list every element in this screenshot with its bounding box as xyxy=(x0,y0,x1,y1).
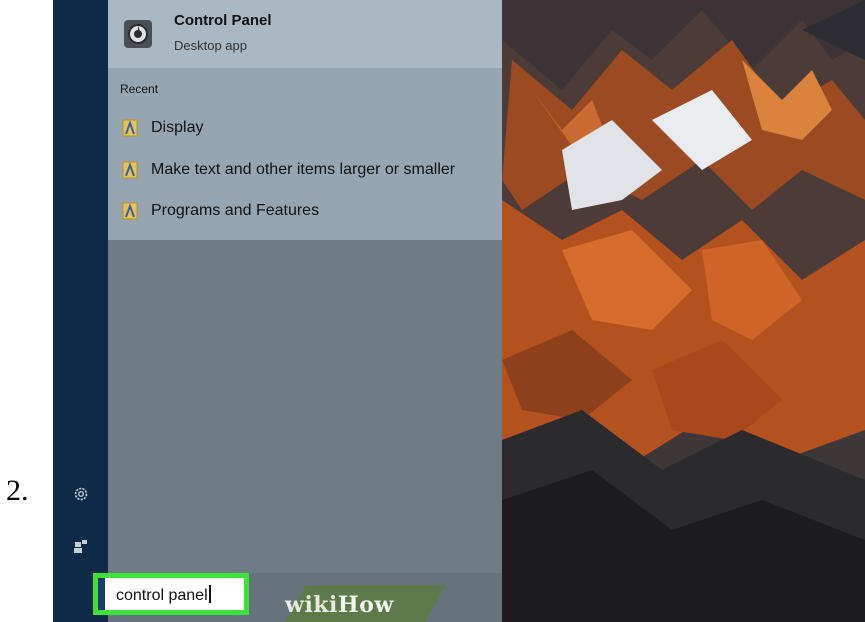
recent-item-programs[interactable]: Programs and Features xyxy=(122,198,319,224)
settings-shortcut-icon xyxy=(122,119,138,137)
start-menu-screenshot: Control Panel Desktop app Recent Display xyxy=(53,0,865,622)
desktop-wallpaper xyxy=(502,0,865,622)
recent-item-label: Display xyxy=(151,119,204,136)
settings-shortcut-icon xyxy=(122,161,138,179)
recent-section-label: Recent xyxy=(120,82,159,96)
recent-item-text-size[interactable]: Make text and other items larger or smal… xyxy=(122,157,455,183)
text-caret xyxy=(208,585,211,603)
watermark-how: How xyxy=(337,592,394,618)
start-menu-rail xyxy=(53,0,108,622)
gear-icon[interactable] xyxy=(71,484,91,504)
search-accent-bar xyxy=(98,578,105,610)
search-input[interactable]: control panel xyxy=(93,573,249,615)
search-input-value: control panel xyxy=(116,585,211,605)
step-number: 2. xyxy=(6,474,29,507)
best-match-item[interactable]: Control Panel Desktop app xyxy=(108,0,502,68)
user-icon[interactable] xyxy=(71,537,91,557)
best-match-title: Control Panel xyxy=(174,12,272,29)
recent-item-label: Make text and other items larger or smal… xyxy=(151,161,456,178)
recent-item-display[interactable]: Display xyxy=(122,115,203,141)
wikihow-watermark: wikiHow xyxy=(285,592,394,618)
recent-item-label: Programs and Features xyxy=(151,202,320,219)
search-text: control panel xyxy=(116,587,208,604)
search-panel: Control Panel Desktop app Recent Display xyxy=(108,0,502,622)
watermark-wiki: wiki xyxy=(285,592,338,618)
best-match-subtitle: Desktop app xyxy=(174,38,247,53)
search-results: Control Panel Desktop app Recent Display xyxy=(108,0,502,240)
settings-shortcut-icon xyxy=(122,202,138,220)
control-panel-icon xyxy=(122,18,154,50)
